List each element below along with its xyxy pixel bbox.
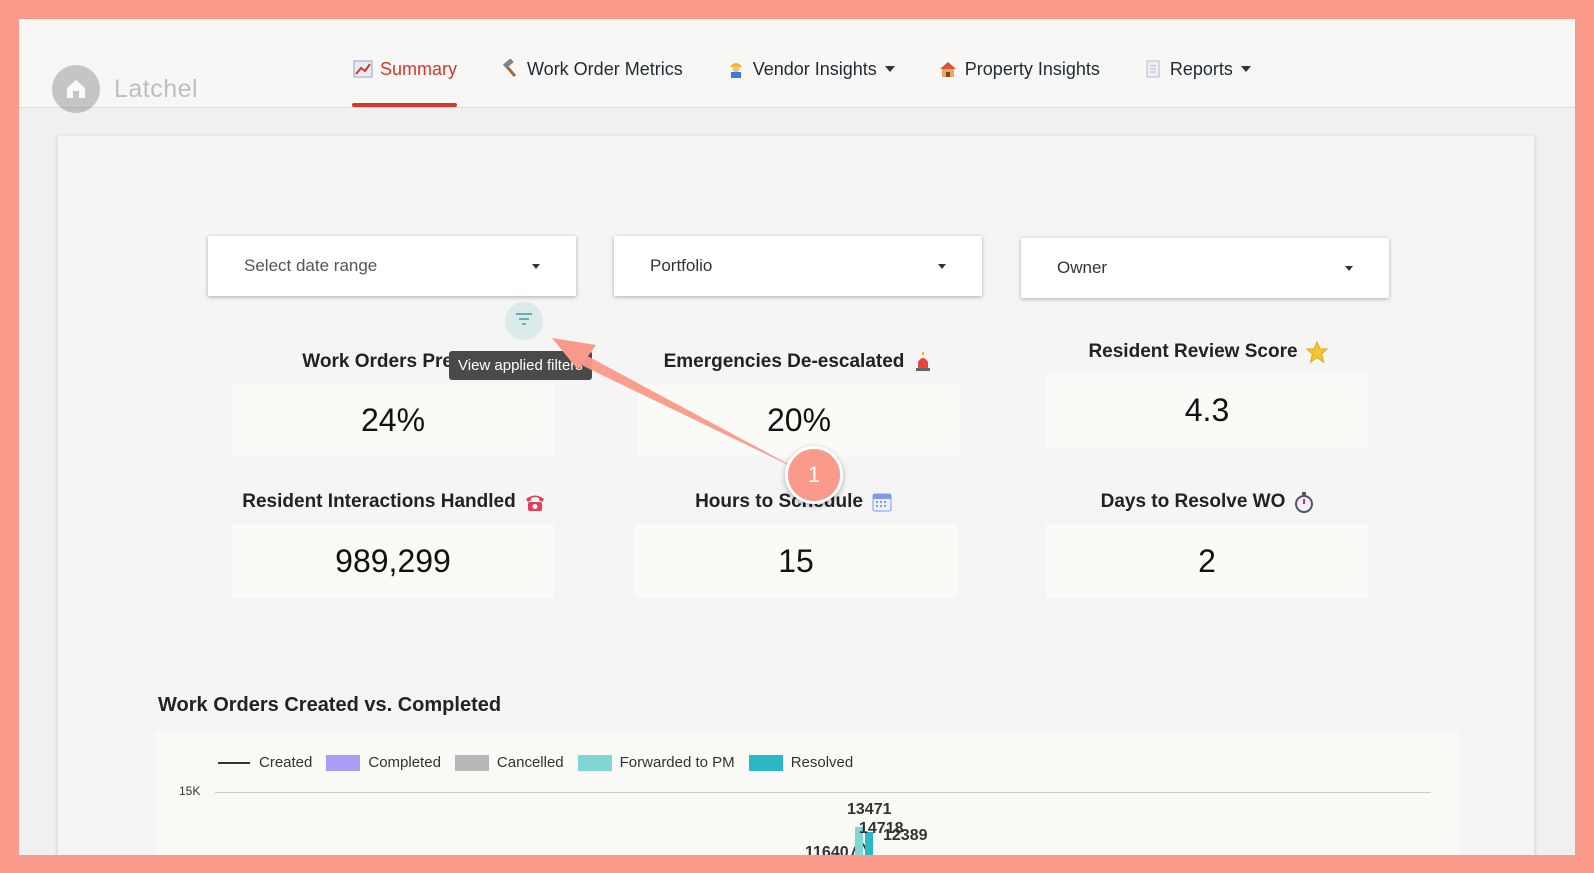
date-range-select[interactable]: Select date range — [208, 236, 576, 296]
nav-label: Reports — [1169, 58, 1233, 79]
nav-label: Work Order Metrics — [527, 58, 683, 79]
chart-plot-area: 13471 14718 12389 11640 — [805, 801, 928, 855]
metric-value-resident-review-score: 4.3 — [1046, 373, 1368, 447]
metric-value-emergencies-de-escalated: 20% — [638, 383, 960, 457]
owner-value: Owner — [1057, 258, 1108, 277]
data-label: 12389 — [883, 827, 928, 844]
caret-down-icon — [938, 263, 946, 269]
browser-window: Latchel Summary Work Order Metrics Vendo… — [19, 19, 1575, 855]
annotation-badge: 1 — [785, 446, 843, 504]
siren-icon — [912, 351, 934, 373]
portfolio-select[interactable]: Portfolio — [614, 236, 982, 296]
metric-title-text: Emergencies De-escalated — [663, 351, 905, 372]
nav-tab-work-order-metrics[interactable]: Work Order Metrics — [499, 47, 683, 91]
view-filters-tooltip: View applied filters — [449, 351, 592, 380]
hammer-icon — [499, 58, 521, 80]
metric-title-text: Days to Resolve WO — [1100, 491, 1286, 512]
caret-down-icon — [532, 263, 540, 269]
main-nav: Summary Work Order Metrics Vendor Insigh… — [352, 47, 1293, 107]
house-icon — [937, 58, 959, 80]
chart-increasing-icon — [352, 58, 374, 80]
construction-worker-icon — [725, 58, 747, 80]
metric-value-text: 15 — [778, 542, 814, 579]
logo-text: Latchel — [114, 74, 199, 103]
caret-down-icon — [1345, 265, 1353, 271]
top-navigation-bar: Latchel Summary Work Order Metrics Vendo… — [19, 19, 1575, 113]
date-range-placeholder: Select date range — [244, 256, 378, 275]
nav-tab-summary[interactable]: Summary — [352, 47, 458, 107]
document-icon — [1142, 58, 1164, 80]
latchel-logo[interactable]: Latchel — [52, 49, 202, 129]
nav-label: Vendor Insights — [752, 58, 877, 79]
filter-icon — [514, 312, 534, 331]
chart-title: Work Orders Created vs. Completed — [158, 694, 502, 716]
home-icon — [52, 65, 100, 113]
metric-title-emergencies-de-escalated: Emergencies De-escalated — [599, 351, 999, 373]
metric-value-text: 20% — [766, 401, 832, 438]
star-icon — [1305, 341, 1328, 363]
portfolio-value: Portfolio — [650, 256, 713, 275]
nav-tab-reports[interactable]: Reports — [1142, 47, 1251, 91]
nav-label: Summary — [380, 58, 458, 79]
calendar-icon — [871, 491, 893, 513]
nav-tab-vendor-insights[interactable]: Vendor Insights — [725, 47, 895, 91]
metric-value-text: 989,299 — [335, 542, 451, 579]
work-orders-chart: Created Completed Cancelled Forwarded to… — [155, 732, 1459, 855]
data-label: 11640 — [805, 844, 849, 855]
metric-title-text: Hours to Schedule — [695, 491, 863, 512]
metric-title-text: Resident Interactions Handled — [242, 491, 516, 512]
nav-label: Property Insights — [964, 58, 1100, 79]
metric-value-work-orders-prevented: 24% — [232, 383, 554, 457]
metric-value-hours-to-schedule: 15 — [635, 524, 957, 598]
metric-value-text: 24% — [360, 401, 426, 438]
metric-value-days-to-resolve-wo: 2 — [1046, 524, 1368, 598]
data-label: 13471 — [847, 801, 892, 818]
metric-value-text: 2 — [1198, 542, 1216, 579]
view-filters-button[interactable] — [505, 302, 543, 340]
metric-title-text: Resident Review Score — [1088, 341, 1298, 362]
metric-title-resident-interactions-handled: Resident Interactions Handled — [194, 491, 594, 513]
nav-tab-property-insights[interactable]: Property Insights — [937, 47, 1100, 91]
stopwatch-icon — [1293, 491, 1315, 513]
telephone-icon — [524, 491, 546, 513]
metric-value-text: 4.3 — [1184, 391, 1230, 428]
chevron-down-icon — [1240, 66, 1251, 72]
metric-value-resident-interactions-handled: 989,299 — [232, 524, 554, 598]
owner-select[interactable]: Owner — [1021, 238, 1389, 298]
metric-title-days-to-resolve-wo: Days to Resolve WO — [1008, 491, 1408, 513]
chevron-down-icon — [884, 66, 895, 72]
metric-title-resident-review-score: Resident Review Score — [1008, 341, 1408, 363]
